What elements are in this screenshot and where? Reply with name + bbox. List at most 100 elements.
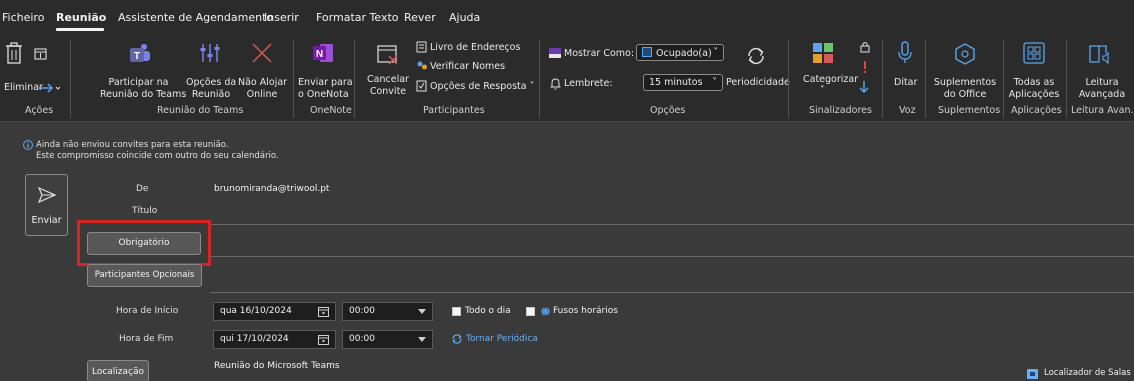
meeting-options-icon [200, 44, 220, 62]
mostrar-como-dropdown[interactable]: Ocupado(a) ˅ [636, 44, 724, 61]
tab-rever[interactable]: Rever [404, 11, 436, 24]
calendar-icon[interactable] [318, 334, 329, 345]
leitura-label-2: Avançada [1078, 89, 1126, 100]
onenote-label-1: Enviar para [298, 77, 353, 88]
cancelar-label-1: Cancelar [367, 74, 409, 85]
chevron-down-icon[interactable] [418, 337, 426, 343]
group-label-teams: Reunião do Teams [157, 105, 244, 116]
chevron-down-icon: ˅ [713, 47, 718, 58]
group-label-aplicacoes: Aplicações [1011, 105, 1062, 116]
all-apps-icon [1023, 42, 1045, 64]
obrigatorio-field[interactable] [210, 256, 1134, 257]
low-importance-icon[interactable] [859, 80, 869, 94]
response-options-icon [416, 80, 427, 92]
globe-icon [541, 307, 550, 316]
group-label-opcoes: Opções [650, 105, 686, 116]
chevron-down-icon: ˅ [820, 85, 825, 96]
tornar-periodica-label: Tornar Periódica [466, 334, 538, 344]
lembrete-value: 15 minutos [649, 77, 703, 88]
onenote-label-2: o OneNota [298, 89, 349, 100]
hora-inicio-value: 00:00 [349, 306, 375, 316]
tab-ficheiro[interactable]: Ficheiro [2, 11, 44, 24]
tab-assistente-agendamento[interactable]: Assistente de Agendamento [118, 11, 273, 24]
periodicidade-label: Periodicidade [726, 77, 790, 88]
tab-reuniao[interactable]: Reunião [56, 11, 106, 24]
participar-label-2: Reunião do Teams [100, 89, 187, 100]
hora-fim-input[interactable]: 00:00 [342, 330, 433, 349]
active-tab-indicator [56, 28, 104, 31]
tab-formatar-texto[interactable]: Formatar Texto [316, 11, 399, 24]
tab-inserir[interactable]: Inserir [264, 11, 299, 24]
data-inicio-input[interactable]: qua 16/10/2024 [213, 302, 336, 321]
microphone-icon [898, 41, 912, 63]
lembrete-label: Lembrete: [564, 78, 613, 89]
immersive-reader-icon [1089, 45, 1109, 65]
localizacao-value[interactable]: Reunião do Microsoft Teams [214, 361, 340, 371]
fusos-checkbox[interactable] [526, 307, 535, 316]
busy-color-swatch [642, 47, 652, 57]
tab-ajuda[interactable]: Ajuda [449, 11, 480, 24]
separator [539, 40, 540, 118]
info-conflict: Este compromisso coincide com outro do s… [36, 151, 279, 161]
chevron-down-icon: ˅ [712, 77, 717, 88]
ditar-label: Ditar [894, 77, 918, 88]
chevron-down-icon[interactable] [418, 309, 426, 315]
leitura-label-1: Leitura [1085, 77, 1119, 88]
mostrar-como-value: Ocupado(a) [656, 48, 712, 59]
cancelar-label-2: Convite [369, 86, 407, 97]
data-fim-value: qui 17/10/2024 [220, 334, 289, 344]
localizacao-button[interactable]: Localização [87, 360, 149, 381]
separator [1066, 40, 1067, 118]
titulo-label: Título [132, 206, 158, 216]
suplementos-label-2: do Office [943, 89, 987, 100]
enviar-button[interactable]: Enviar [25, 174, 68, 236]
group-label-acoes: Ações [25, 105, 54, 116]
todo-dia-checkbox[interactable] [452, 307, 461, 316]
teams-icon: T [130, 44, 150, 62]
info-not-sent: Ainda não enviou convites para esta reun… [36, 140, 229, 150]
ribbon-tab-bar: Ficheiro Reunião Assistente de Agendamen… [0, 0, 1134, 34]
lock-icon[interactable] [860, 41, 870, 53]
onenote-icon: N [313, 44, 333, 62]
opcionais-field[interactable] [210, 292, 1134, 293]
livro-label: Livro de Endereços [430, 42, 521, 53]
separator [354, 40, 355, 118]
mostrar-como-label: Mostrar Como: [564, 48, 635, 59]
nao-alojar-label-1: Não Alojar [238, 77, 288, 88]
group-label-leitura: Leitura Avan... [1071, 105, 1134, 116]
address-book-icon [416, 41, 427, 53]
categorizar-label: Categorizar [803, 74, 859, 85]
svg-text:T: T [134, 51, 140, 62]
separator [293, 40, 294, 118]
separator [1003, 40, 1004, 118]
lembrete-dropdown[interactable]: 15 minutos ˅ [643, 74, 723, 91]
separator [788, 40, 789, 118]
hora-fim-label: Hora de Fim [119, 334, 174, 344]
highlight-box [77, 220, 211, 266]
todo-dia-label: Todo o dia [465, 306, 511, 316]
participar-label-1: Participar na [108, 77, 169, 88]
close-x-icon [252, 43, 272, 63]
titulo-field[interactable] [210, 224, 1134, 225]
data-fim-input[interactable]: qui 17/10/2024 [213, 330, 336, 349]
show-as-icon [549, 48, 561, 58]
calendar-icon[interactable] [318, 306, 329, 317]
addins-icon [955, 43, 975, 65]
cancel-invite-icon [377, 45, 398, 65]
categorize-icon [813, 43, 833, 63]
participantes-opcionais-button[interactable]: Participantes Opcionais [87, 264, 202, 287]
hora-inicio-input[interactable]: 00:00 [342, 302, 433, 321]
calendar-small-icon[interactable] [34, 47, 47, 60]
forward-arrow-icon[interactable] [38, 82, 62, 94]
opcoes-label-2: Reunião [191, 89, 231, 100]
group-label-participantes: Participantes [423, 105, 485, 116]
room-finder-icon [1027, 369, 1038, 379]
svg-text:N: N [316, 49, 323, 60]
recurrence-icon [452, 334, 462, 344]
hora-inicio-label: Hora de Início [116, 306, 179, 316]
high-importance-icon[interactable] [862, 60, 868, 74]
suplementos-label-1: Suplementos [933, 77, 997, 88]
separator [925, 40, 926, 118]
de-value: brunomiranda@triwool.pt [214, 184, 330, 194]
check-names-icon [417, 61, 427, 70]
